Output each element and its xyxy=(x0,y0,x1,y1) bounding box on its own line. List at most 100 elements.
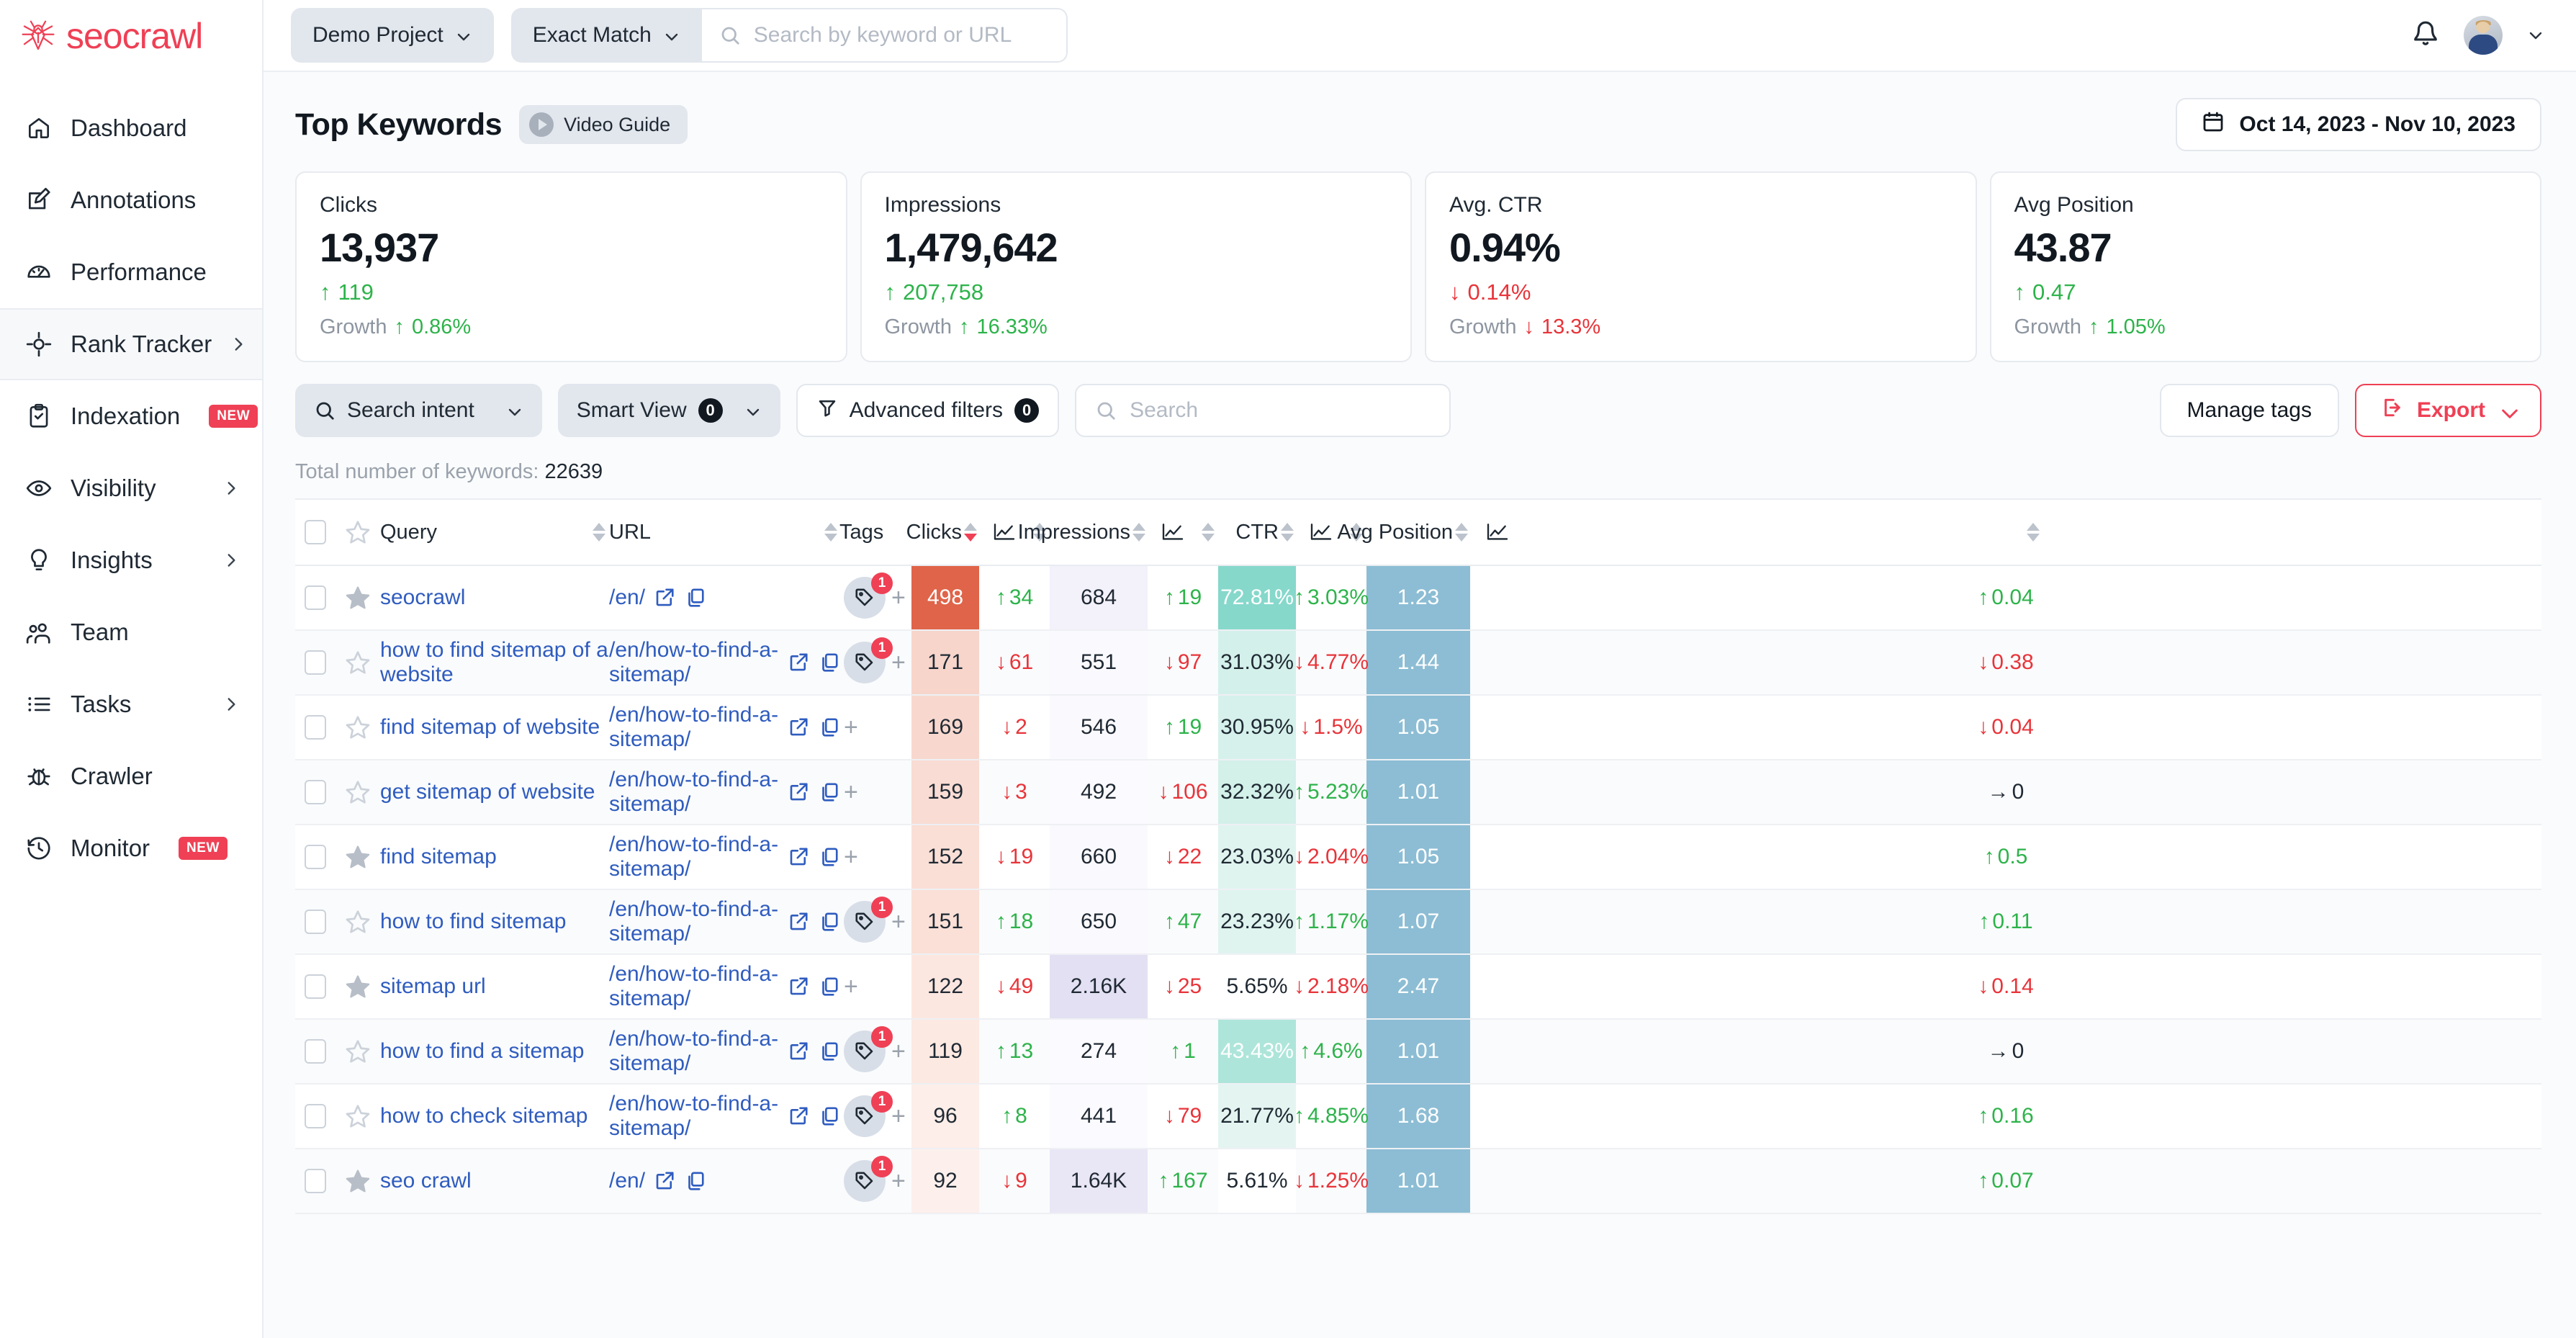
external-link-icon[interactable] xyxy=(788,911,809,933)
impressions-sorter[interactable] xyxy=(1132,523,1145,542)
avatar[interactable] xyxy=(2464,16,2503,55)
query-link[interactable]: find sitemap of website xyxy=(380,715,600,739)
ctr-header[interactable]: CTR xyxy=(1218,498,1279,567)
table-row[interactable]: how to find sitemap of a website/en/how-… xyxy=(295,630,2541,696)
sidebar-item-visibility[interactable]: Visibility xyxy=(0,452,262,524)
copy-icon[interactable] xyxy=(684,587,706,609)
add-tag-button[interactable]: + xyxy=(891,910,906,934)
external-link-icon[interactable] xyxy=(788,652,809,673)
url-link[interactable]: /en/how-to-find-a-sitemap/ xyxy=(609,638,779,687)
query-link[interactable]: how to find a sitemap xyxy=(380,1039,585,1063)
query-link[interactable]: how to check sitemap xyxy=(380,1104,587,1128)
avg-position-sorter[interactable] xyxy=(1455,523,1468,542)
external-link-icon[interactable] xyxy=(654,1170,675,1192)
row-checkbox[interactable] xyxy=(305,585,326,611)
tag-chip[interactable]: 1 xyxy=(844,1156,893,1203)
row-checkbox[interactable] xyxy=(305,650,326,675)
sidebar-item-dashboard[interactable]: Dashboard xyxy=(0,92,262,164)
url-link[interactable]: /en/how-to-find-a-sitemap/ xyxy=(609,962,779,1011)
impressions-chart-header[interactable] xyxy=(1148,498,1198,567)
copy-icon[interactable] xyxy=(818,976,839,997)
star-icon[interactable] xyxy=(344,778,371,806)
tag-chip[interactable]: 1 xyxy=(844,637,893,684)
query-link[interactable]: sitemap url xyxy=(380,974,486,998)
avg-position-sorter-header[interactable] xyxy=(1453,498,1470,567)
add-tag-button[interactable]: + xyxy=(891,585,906,610)
copy-icon[interactable] xyxy=(818,1041,839,1062)
smart-view-filter[interactable]: Smart View 0 xyxy=(557,384,780,438)
tag-chip[interactable]: 1 xyxy=(844,1026,893,1073)
row-checkbox[interactable] xyxy=(305,1169,326,1194)
star-icon[interactable] xyxy=(344,584,371,611)
line-chart-icon[interactable] xyxy=(1310,523,1333,542)
star-icon[interactable] xyxy=(344,843,371,871)
query-link[interactable]: how to find sitemap xyxy=(380,910,566,933)
copy-icon[interactable] xyxy=(684,1170,706,1192)
star-icon[interactable] xyxy=(344,518,371,546)
add-tag-button[interactable]: + xyxy=(844,715,858,740)
query-link[interactable]: get sitemap of website xyxy=(380,780,595,804)
sidebar-item-insights[interactable]: Insights xyxy=(0,524,262,596)
sidebar-item-performance[interactable]: Performance xyxy=(0,236,262,308)
star-icon[interactable] xyxy=(344,1038,371,1065)
external-link-icon[interactable] xyxy=(788,1105,809,1127)
brand-logo[interactable]: seocrawl xyxy=(0,0,262,72)
url-link[interactable]: /en/how-to-find-a-sitemap/ xyxy=(609,703,779,752)
impressions-delta-sorter-header[interactable] xyxy=(1198,498,1218,567)
sidebar-item-rank-tracker[interactable]: Rank Tracker xyxy=(0,308,262,380)
url-link[interactable]: /en/how-to-find-a-sitemap/ xyxy=(609,897,779,946)
video-guide-button[interactable]: Video Guide xyxy=(519,105,688,144)
table-row[interactable]: sitemap url/en/how-to-find-a-sitemap/ +12… xyxy=(295,954,2541,1020)
add-tag-button[interactable]: + xyxy=(844,845,858,869)
row-checkbox[interactable] xyxy=(305,780,326,805)
row-checkbox[interactable] xyxy=(305,845,326,870)
clicks-sorter-header[interactable] xyxy=(962,498,979,567)
star-icon[interactable] xyxy=(344,908,371,935)
copy-icon[interactable] xyxy=(818,846,839,868)
sidebar-item-team[interactable]: Team xyxy=(0,596,262,668)
query-link[interactable]: find sitemap xyxy=(380,845,497,868)
tag-chip[interactable]: 1 xyxy=(844,1091,893,1138)
match-type-selector[interactable]: Exact Match xyxy=(510,8,702,63)
copy-icon[interactable] xyxy=(818,781,839,803)
external-link-icon[interactable] xyxy=(788,846,809,868)
tags-header[interactable]: Tags xyxy=(839,498,911,567)
line-chart-icon[interactable] xyxy=(993,523,1016,542)
star-icon[interactable] xyxy=(344,649,371,676)
table-row[interactable]: how to check sitemap/en/how-to-find-a-si… xyxy=(295,1084,2541,1150)
tag-chip[interactable]: 1 xyxy=(844,897,893,943)
url-link[interactable]: /en/ xyxy=(609,1169,645,1193)
copy-icon[interactable] xyxy=(818,911,839,933)
clicks-sorter[interactable] xyxy=(964,523,977,542)
external-link-icon[interactable] xyxy=(788,1041,809,1062)
sidebar-item-monitor[interactable]: Monitor NEW xyxy=(0,812,262,884)
copy-icon[interactable] xyxy=(818,652,839,673)
url-link[interactable]: /en/how-to-find-a-sitemap/ xyxy=(609,768,779,817)
account-chevron-down-icon[interactable] xyxy=(2527,27,2544,44)
row-checkbox[interactable] xyxy=(305,1039,326,1064)
advanced-filters-button[interactable]: Advanced filters 0 xyxy=(796,384,1060,438)
query-sorter-header[interactable] xyxy=(589,498,609,567)
copy-icon[interactable] xyxy=(818,1105,839,1127)
keyword-search-input[interactable]: Search by keyword or URL xyxy=(701,8,1068,63)
external-link-icon[interactable] xyxy=(654,587,675,609)
impressions-sorter-header[interactable] xyxy=(1130,498,1148,567)
url-link[interactable]: /en/how-to-find-a-sitemap/ xyxy=(609,832,779,881)
external-link-icon[interactable] xyxy=(788,976,809,997)
url-sorter[interactable] xyxy=(824,523,837,542)
add-tag-button[interactable]: + xyxy=(891,650,906,675)
query-sorter[interactable] xyxy=(593,523,605,542)
table-row[interactable]: find sitemap of website/en/how-to-find-a… xyxy=(295,695,2541,761)
external-link-icon[interactable] xyxy=(788,781,809,803)
sidebar-item-crawler[interactable]: Crawler xyxy=(0,740,262,812)
add-tag-button[interactable]: + xyxy=(844,780,858,804)
avg-position-delta-sorter[interactable] xyxy=(2027,523,2040,542)
add-tag-button[interactable]: + xyxy=(891,1104,906,1128)
project-selector[interactable]: Demo Project xyxy=(291,8,494,63)
star-icon[interactable] xyxy=(344,714,371,741)
search-intent-filter[interactable]: Search intent xyxy=(295,384,542,438)
url-link[interactable]: /en/how-to-find-a-sitemap/ xyxy=(609,1092,779,1141)
avg-position-delta-sorter-header[interactable] xyxy=(1525,498,2541,567)
add-tag-button[interactable]: + xyxy=(891,1039,906,1064)
bell-icon[interactable] xyxy=(2412,20,2439,51)
